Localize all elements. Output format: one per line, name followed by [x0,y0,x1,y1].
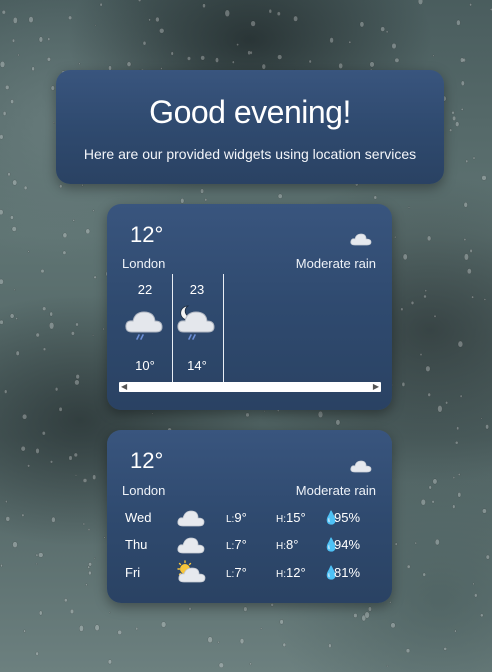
high-label: H: [276,514,286,525]
day-row: Fri L:7° H:12° 💧 81% [107,560,392,587]
condition-label: Moderate rain [295,483,376,498]
low-value: 7° [234,565,247,580]
low-value: 7° [234,537,247,552]
high-temp: H:12° [276,565,306,580]
humidity-value: 94% [334,537,361,552]
high-value: 12° [286,565,306,580]
hour-temperature: 10° [135,358,155,373]
day-label: Thu [125,537,148,552]
rain-cloud-icon [124,304,164,349]
low-temp: L:9° [226,510,247,525]
hour-label: 23 [189,282,205,297]
high-value: 15° [286,510,306,525]
day-row: Thu L:7° H:8° 💧 94% [107,534,392,556]
low-temp: L:7° [226,537,247,552]
high-temp: H:8° [276,537,298,552]
low-temp: L:7° [226,565,247,580]
cloud-icon [350,231,372,251]
hour-divider [223,274,224,382]
horizontal-scrollbar[interactable]: ◀ ▶ [119,382,381,392]
hour-label: 22 [137,282,153,297]
greeting-card: Good evening! Here are our provided widg… [56,70,444,184]
current-temperature: 12° [130,448,164,473]
hour-column: 22 10° [120,274,170,382]
scroll-left-icon[interactable]: ◀ [121,383,127,391]
current-temperature: 12° [130,222,164,247]
cloud-icon [350,458,372,478]
high-label: H: [276,541,286,552]
sun-cloud-icon [175,560,207,587]
cloud-icon [177,535,205,557]
night-rain-cloud-icon [176,304,216,349]
high-value: 8° [286,537,299,552]
high-temp: H:15° [276,510,306,525]
humidity-value: 81% [334,565,361,580]
day-label: Wed [125,510,152,525]
day-row: Wed L:9° H:15° 💧 95% [107,507,392,529]
greeting-subtitle: Here are our provided widgets using loca… [83,146,417,162]
hour-temperature: 14° [187,358,207,373]
condition-label: Moderate rain [295,256,376,271]
hourly-weather-widget[interactable]: 12° London Moderate rain 22 10° 23 14° ◀… [107,204,392,410]
cloud-icon [177,508,205,530]
high-label: H: [276,569,286,580]
low-value: 9° [234,510,247,525]
scroll-right-icon[interactable]: ▶ [373,383,379,391]
day-label: Fri [125,565,141,580]
daily-weather-widget[interactable]: 12° London Moderate rain Wed L:9° H:15° … [107,430,392,603]
humidity-value: 95% [334,510,361,525]
hour-column: 23 14° [172,274,222,382]
greeting-title: Good evening! [149,94,351,130]
city-label: London [122,483,166,498]
city-label: London [122,256,166,271]
